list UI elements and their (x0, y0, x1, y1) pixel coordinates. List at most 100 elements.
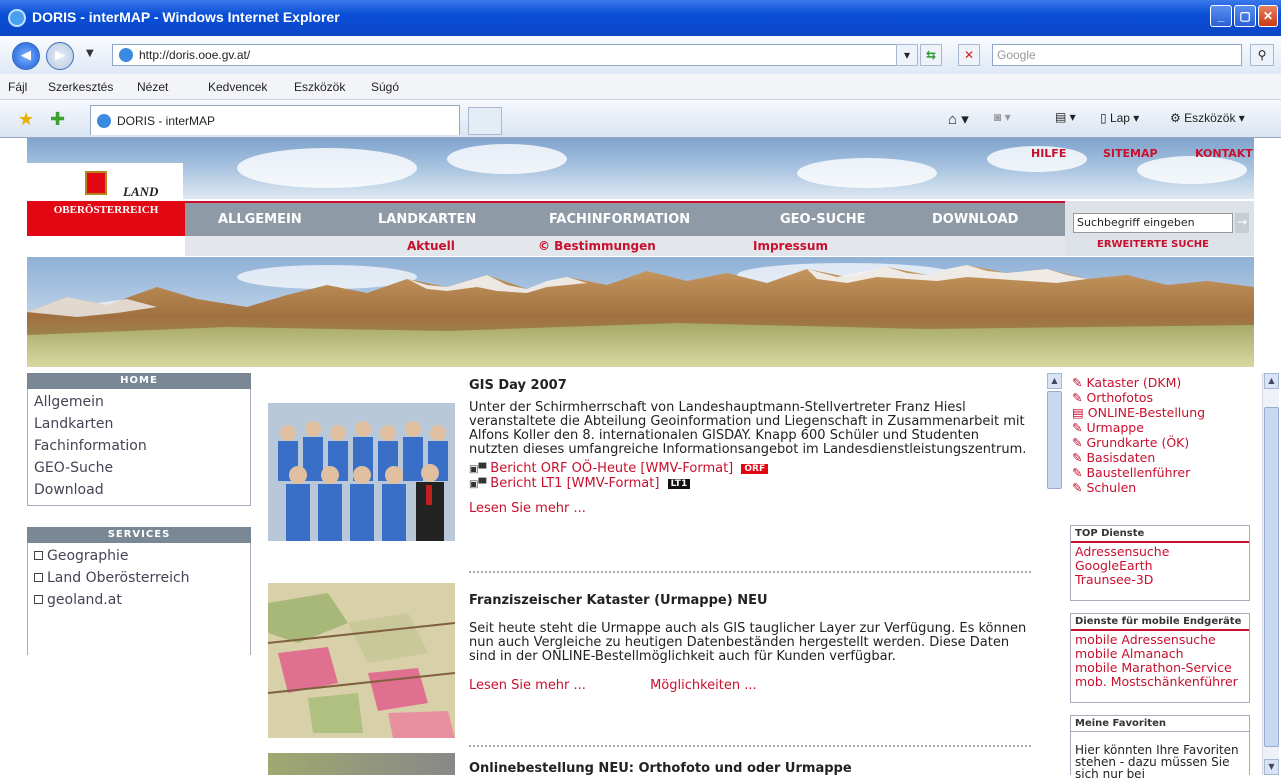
minimize-button[interactable]: _ (1210, 5, 1232, 27)
article-title[interactable]: GIS Day 2007 (469, 378, 1029, 393)
search-input[interactable]: Google (992, 44, 1242, 66)
menu-bar: Fájl Szerkesztés Nézet Kedvencek Eszközö… (0, 74, 1281, 100)
sidebar-item-fachinformation[interactable]: Fachinformation (34, 435, 244, 457)
home-box: Allgemein Landkarten Fachinformation GEO… (27, 389, 251, 506)
scroll-up-icon[interactable]: ▲ (1047, 373, 1062, 389)
service-land-ooe-label: Land Oberösterreich (47, 570, 190, 586)
advanced-search-link[interactable]: ERWEITERTE SUCHE (1097, 239, 1209, 250)
sub-nav: Aktuell © Bestimmungen Impressum (185, 236, 1065, 256)
subnav-impressum[interactable]: Impressum (753, 239, 828, 253)
site-header (27, 138, 1254, 199)
site-logo[interactable]: LAND (27, 163, 183, 200)
refresh-icon[interactable]: ⇆ (920, 44, 942, 66)
news-column: GIS Day 2007 Unter der Schirmherrschaft … (266, 373, 1040, 775)
stop-icon[interactable]: ✕ (958, 44, 980, 66)
menu-favorites[interactable]: Kedvencek (208, 80, 267, 94)
quick-link-online-bestellung[interactable]: ▤ ONLINE-Bestellung (1072, 405, 1242, 420)
video-icon: ▣▀ (469, 479, 487, 490)
mobile-services-title: Dienste für mobile Endgeräte (1071, 614, 1249, 631)
nav-download[interactable]: DOWNLOAD (932, 212, 1018, 227)
possibilities-link[interactable]: Möglichkeiten ... (650, 678, 757, 693)
menu-tools[interactable]: Eszközök (294, 80, 345, 94)
close-button[interactable]: ✕ (1258, 5, 1278, 27)
favorites-star-icon[interactable]: ★ (18, 109, 34, 130)
search-go-icon[interactable]: → (1235, 213, 1249, 233)
article-title[interactable]: Onlinebestellung NEU: Orthofoto und oder… (469, 761, 1029, 775)
service-geoland[interactable]: geoland.at (34, 589, 244, 611)
bullet-icon (34, 551, 43, 560)
search-icon[interactable]: ⚲ (1250, 44, 1274, 66)
page-scroll-thumb[interactable] (1264, 407, 1279, 747)
sidebar-item-landkarten[interactable]: Landkarten (34, 413, 244, 435)
menu-edit[interactable]: Szerkesztés (48, 80, 113, 94)
top-service-googleearth[interactable]: GoogleEarth (1075, 559, 1245, 573)
article-text: Unter der Schirmherrschaft von Landeshau… (469, 400, 1027, 457)
link-sitemap[interactable]: SITEMAP (1103, 147, 1158, 160)
left-sidebar: HOME Allgemein Landkarten Fachinformatio… (27, 373, 251, 775)
mobile-service-almanach[interactable]: mobile Almanach (1075, 647, 1245, 661)
quick-link-basisdaten[interactable]: ✎ Basisdaten (1072, 450, 1242, 465)
quick-link-orthofotos[interactable]: ✎ Orthofotos (1072, 390, 1242, 405)
subnav-aktuell[interactable]: Aktuell (407, 239, 455, 253)
service-land-ooe[interactable]: Land Oberösterreich (34, 567, 244, 589)
address-url: http://doris.ooe.gv.at/ (139, 48, 251, 62)
sidebar-item-allgemein[interactable]: Allgemein (34, 391, 244, 413)
quick-links: ✎ Kataster (DKM) ✎ Orthofotos ▤ ONLINE-B… (1072, 375, 1242, 495)
top-service-adressensuche[interactable]: Adressensuche (1075, 545, 1245, 559)
page-icon (119, 48, 133, 62)
home-icon[interactable]: ⌂ ▾ (948, 110, 969, 128)
video-link-orf[interactable]: ▣▀ Bericht ORF OÖ-Heute [WMV-Format] ORF (469, 461, 1029, 476)
service-geographie-label: Geographie (47, 548, 129, 564)
news-scrollbar[interactable]: ▲ (1046, 373, 1063, 775)
nav-landkarten[interactable]: LANDKARTEN (378, 212, 476, 227)
link-hilfe[interactable]: HILFE (1031, 147, 1066, 160)
new-tab-button[interactable] (468, 107, 502, 135)
subnav-bestimmungen[interactable]: © Bestimmungen (538, 239, 656, 253)
print-icon[interactable]: ▤ ▾ (1055, 110, 1076, 124)
tab-label: DORIS - interMAP (117, 114, 216, 128)
quick-link-grundkarte[interactable]: ✎ Grundkarte (ÖK) (1072, 435, 1242, 450)
nav-allgemein[interactable]: ALLGEMEIN (218, 212, 302, 227)
nav-fachinformation[interactable]: FACHINFORMATION (549, 212, 690, 227)
address-dropdown-icon[interactable]: ▾ (896, 44, 918, 66)
address-input[interactable]: http://doris.ooe.gv.at/ (112, 44, 917, 66)
back-button[interactable]: ◀ (12, 42, 40, 70)
history-dropdown-icon[interactable]: ▼ (86, 48, 94, 59)
service-geographie[interactable]: Geographie (34, 545, 244, 567)
mobile-service-mostschaenken[interactable]: mob. Mostschänkenführer (1075, 675, 1245, 689)
read-more-link[interactable]: Lesen Sie mehr ... (469, 678, 586, 693)
forward-button[interactable]: ▶ (46, 42, 74, 70)
article-title[interactable]: Franziszeischer Kataster (Urmappe) NEU (469, 593, 1029, 608)
mobile-service-adressensuche[interactable]: mobile Adressensuche (1075, 633, 1245, 647)
sidebar-item-geo-suche[interactable]: GEO-Suche (34, 457, 244, 479)
page-scrollbar[interactable]: ▲ ▼ (1262, 373, 1279, 775)
link-kontakt[interactable]: KONTAKT (1195, 147, 1253, 160)
page-scroll-down-icon[interactable]: ▼ (1264, 759, 1279, 775)
top-service-traunsee[interactable]: Traunsee-3D (1075, 573, 1245, 587)
read-more-link[interactable]: Lesen Sie mehr ... (469, 501, 1029, 516)
nav-geo-suche[interactable]: GEO-SUCHE (780, 212, 865, 227)
menu-view[interactable]: Nézet (137, 80, 168, 94)
page-scroll-up-icon[interactable]: ▲ (1264, 373, 1279, 389)
video-link-lt1[interactable]: ▣▀ Bericht LT1 [WMV-Format] LT1 (469, 476, 1029, 491)
quick-link-kataster[interactable]: ✎ Kataster (DKM) (1072, 375, 1242, 390)
scroll-thumb[interactable] (1047, 391, 1062, 489)
menu-help[interactable]: Súgó (371, 80, 399, 94)
orthofoto-image (268, 753, 455, 775)
add-favorite-icon[interactable]: ✚ (50, 109, 65, 130)
favorites-box: Meine Favoriten Hier könnten Ihre Favori… (1070, 715, 1250, 780)
tab-doris[interactable]: DORIS - interMAP (90, 105, 460, 135)
favorites-title: Meine Favoriten (1071, 716, 1249, 732)
sidebar-item-download[interactable]: Download (34, 479, 244, 501)
maximize-button[interactable]: ▢ (1234, 5, 1256, 27)
quick-link-baustellenfuehrer[interactable]: ✎ Baustellenführer (1072, 465, 1242, 480)
mobile-service-marathon[interactable]: mobile Marathon-Service (1075, 661, 1245, 675)
quick-link-urmappe[interactable]: ✎ Urmappe (1072, 420, 1242, 435)
feeds-icon[interactable]: ◙ ▾ (994, 110, 1011, 124)
quick-link-schulen[interactable]: ✎ Schulen (1072, 480, 1242, 495)
main-nav: ALLGEMEIN LANDKARTEN FACHINFORMATION GEO… (185, 201, 1065, 236)
menu-file[interactable]: Fájl (8, 80, 27, 94)
tools-menu[interactable]: ⚙ Eszközök ▾ (1170, 111, 1245, 125)
site-search-input[interactable]: Suchbegriff eingeben (1073, 213, 1233, 233)
page-menu[interactable]: ▯ Lap ▾ (1100, 111, 1139, 125)
